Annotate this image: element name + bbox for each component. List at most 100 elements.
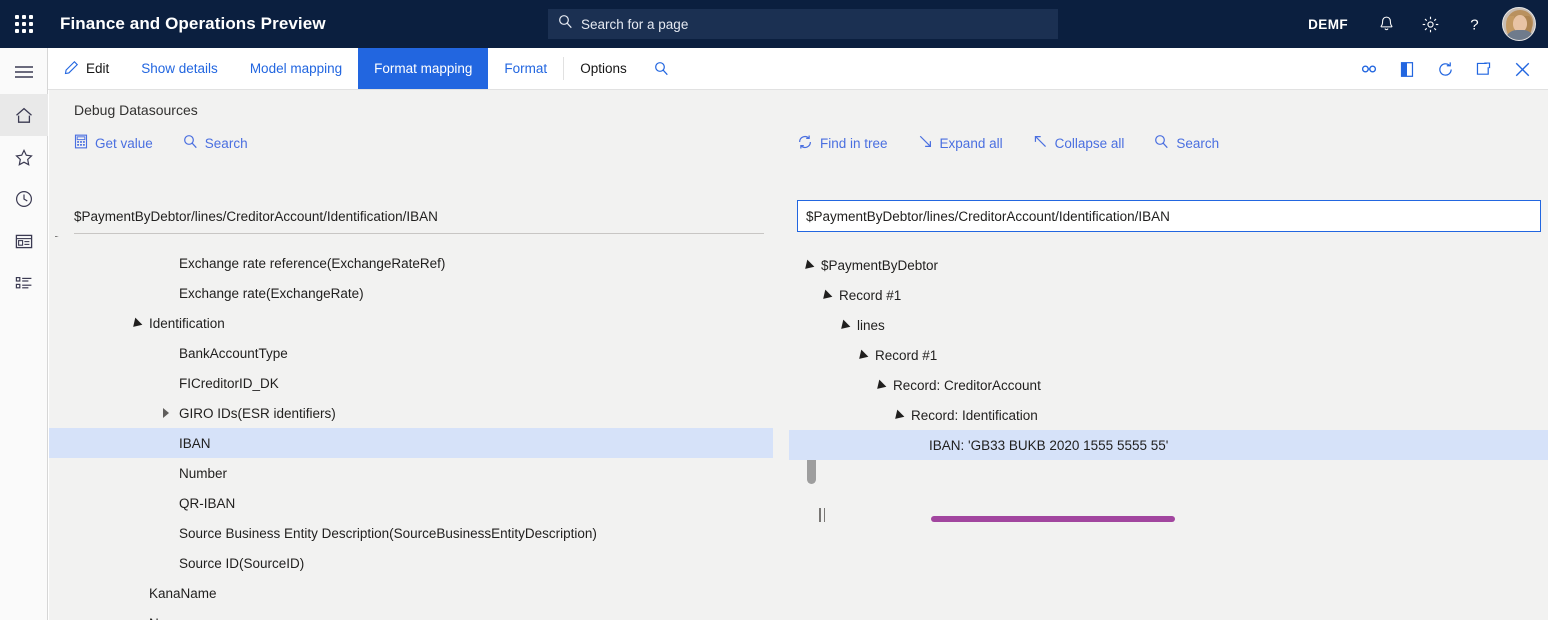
user-avatar[interactable] (1502, 7, 1536, 41)
open-in-new-window-icon[interactable] (1464, 48, 1502, 90)
tree-node-label: Exchange rate reference(ExchangeRateRef) (175, 256, 445, 271)
chevron-down-icon (49, 236, 67, 238)
tree-node-label: Record: Identification (907, 408, 1038, 423)
tree-node[interactable]: Record #1 (789, 280, 1548, 310)
tree-search-label: Search (1176, 136, 1219, 151)
tab-format-mapping[interactable]: Format mapping (358, 48, 488, 89)
calculator-icon (74, 134, 88, 152)
chevron-down-icon[interactable] (835, 320, 853, 330)
navigation-rail (0, 48, 48, 620)
chevron-down-icon[interactable] (127, 318, 145, 328)
datasources-search-button[interactable]: Search (183, 134, 262, 152)
datasources-clipped-row (49, 236, 773, 248)
tree-node-label: Name (145, 616, 185, 620)
tree-node[interactable]: Record: Identification (789, 400, 1548, 430)
tree-node-label: QR-IBAN (175, 496, 235, 511)
tree-node[interactable]: IBAN (49, 428, 773, 458)
tree-toolbar: Find in tree Expand all Collapse all Sea… (797, 128, 1548, 158)
action-pane: Edit Show details Model mapping Format m… (48, 48, 1548, 90)
search-icon (183, 134, 198, 152)
tree-search-button[interactable]: Search (1154, 134, 1233, 152)
tree-node-label: KanaName (145, 586, 217, 601)
sidebar-item-home[interactable] (0, 94, 48, 136)
options-button[interactable]: Options (564, 48, 643, 89)
refresh-icon[interactable] (1426, 48, 1464, 90)
attach-link-icon[interactable] (1350, 48, 1388, 90)
tree-node[interactable]: Record: CreditorAccount (789, 370, 1548, 400)
datasource-tree-pane: Find in tree Expand all Collapse all Sea… (789, 128, 1548, 620)
work-area: Debug Datasources Get value Search E (49, 90, 1548, 620)
tree-node[interactable]: Name (49, 608, 773, 620)
refresh-circle-icon (797, 134, 813, 153)
tab-model-mapping[interactable]: Model mapping (234, 48, 358, 89)
chevron-down-icon[interactable] (799, 260, 817, 270)
waffle-grid-icon[interactable] (0, 0, 48, 48)
chevron-down-icon[interactable] (817, 290, 835, 300)
tree-node[interactable]: FICreditorID_DK (49, 368, 773, 398)
tree-node[interactable]: GIRO IDs(ESR identifiers) (49, 398, 773, 428)
collapse-all-button[interactable]: Collapse all (1033, 134, 1139, 152)
get-value-button[interactable]: Get value (74, 134, 167, 152)
tree-node[interactable]: $PaymentByDebtor (789, 250, 1548, 280)
company-selector[interactable]: DEMF (1292, 17, 1364, 32)
action-pane-right-icons (1350, 48, 1548, 90)
tree-node-label: lines (853, 318, 885, 333)
expand-all-button[interactable]: Expand all (918, 134, 1017, 152)
tree-node[interactable]: IBAN: 'GB33 BUKB 2020 1555 5555 55' (789, 430, 1548, 460)
find-in-tree-button[interactable]: Find in tree (797, 134, 902, 153)
tree-node[interactable]: lines (789, 310, 1548, 340)
tree-node[interactable]: QR-IBAN (49, 488, 773, 518)
sidebar-item-workspaces[interactable] (0, 220, 48, 262)
tree-node-label: Source ID(SourceID) (175, 556, 304, 571)
chevron-down-icon[interactable] (853, 350, 871, 360)
tree-node[interactable]: Record #1 (789, 340, 1548, 370)
sidebar-item-modules[interactable] (0, 262, 48, 304)
tree-node-label: Number (175, 466, 227, 481)
arrow-down-right-icon (918, 134, 933, 152)
open-in-split-icon[interactable] (1388, 48, 1426, 90)
help-icon[interactable]: ? (1452, 0, 1496, 48)
tree-node-label: FICreditorID_DK (175, 376, 279, 391)
sidebar-item-favorites[interactable] (0, 136, 48, 178)
tree-node-label: BankAccountType (175, 346, 288, 361)
debug-datasources-title: Debug Datasources (74, 102, 198, 118)
options-label: Options (580, 61, 627, 76)
tree-node[interactable]: Number (49, 458, 773, 488)
settings-gear-icon[interactable] (1408, 0, 1452, 48)
chevron-down-icon[interactable] (871, 380, 889, 390)
tree-node-label: Record: CreditorAccount (889, 378, 1041, 393)
chevron-down-icon[interactable] (889, 410, 907, 420)
tab-format[interactable]: Format (488, 48, 563, 89)
arrow-up-left-icon (1033, 134, 1048, 152)
close-icon[interactable] (1502, 48, 1542, 90)
tree-node[interactable]: Identification (49, 308, 773, 338)
tree-node[interactable]: Exchange rate(ExchangeRate) (49, 278, 773, 308)
tree-node[interactable]: Source ID(SourceID) (49, 548, 773, 578)
tree-path-input[interactable] (797, 200, 1541, 232)
action-pane-search-icon[interactable] (643, 48, 681, 89)
model-mapping-label: Model mapping (250, 61, 342, 76)
notifications-icon[interactable] (1364, 0, 1408, 48)
datasource-tree[interactable]: $PaymentByDebtorRecord #1linesRecord #1R… (789, 250, 1548, 620)
page-title: Finance and Operations Preview (60, 14, 326, 34)
datasources-search-label: Search (205, 136, 248, 151)
global-search-input[interactable]: Search for a page (548, 9, 1058, 39)
show-details-button[interactable]: Show details (125, 48, 234, 89)
tree-node-label: Record #1 (871, 348, 937, 363)
tree-node[interactable]: KanaName (49, 578, 773, 608)
tree-node-label: GIRO IDs(ESR identifiers) (175, 406, 336, 421)
collapse-all-label: Collapse all (1055, 136, 1125, 151)
datasources-path-input[interactable] (74, 204, 764, 234)
expand-all-label: Expand all (940, 136, 1003, 151)
sidebar-item-recent[interactable] (0, 178, 48, 220)
chevron-right-icon[interactable] (157, 408, 175, 418)
edit-button[interactable]: Edit (48, 48, 125, 89)
hamburger-menu-icon[interactable] (0, 50, 48, 94)
tree-node[interactable]: BankAccountType (49, 338, 773, 368)
edit-button-label: Edit (86, 61, 109, 76)
datasources-tree[interactable]: Exchange rate reference(ExchangeRateRef)… (49, 248, 773, 620)
tree-node[interactable]: Exchange rate reference(ExchangeRateRef) (49, 248, 773, 278)
tree-node[interactable]: Source Business Entity Description(Sourc… (49, 518, 773, 548)
tree-node-label: IBAN (175, 436, 211, 451)
tree-node-label: Identification (145, 316, 225, 331)
